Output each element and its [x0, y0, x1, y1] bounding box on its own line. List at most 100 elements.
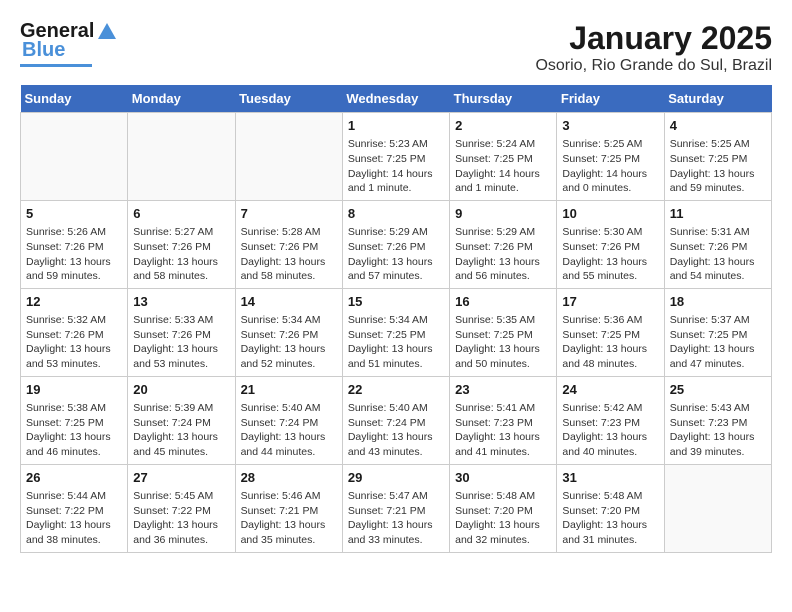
- calendar-cell: 13Sunrise: 5:33 AM Sunset: 7:26 PM Dayli…: [128, 288, 235, 376]
- day-info: Sunrise: 5:33 AM Sunset: 7:26 PM Dayligh…: [133, 313, 229, 372]
- day-number: 3: [562, 117, 658, 135]
- day-number: 10: [562, 205, 658, 223]
- day-number: 4: [670, 117, 766, 135]
- calendar-cell: 20 Sunrise: 5:39 AM Sunset: 7:24 PM Dayli…: [128, 376, 235, 464]
- calendar-cell: 10 Sunrise: 5:30 AM Sunset: 7:26 PM Dayli…: [557, 200, 664, 288]
- calendar-header-row: SundayMondayTuesdayWednesdayThursdayFrid…: [21, 85, 772, 113]
- calendar-cell: 14 Sunrise: 5:34 AM Sunset: 7:26 PM Dayli…: [235, 288, 342, 376]
- calendar-week-3: 12 Sunrise: 5:32 AM Sunset: 7:26 PM Dayli…: [21, 288, 772, 376]
- day-info: Sunrise: 5:46 AM Sunset: 7:21 PM Dayligh…: [241, 489, 337, 548]
- calendar-cell: 25 Sunrise: 5:43 AM Sunset: 7:23 PM Dayli…: [664, 376, 771, 464]
- day-number: 20: [133, 381, 229, 399]
- title-block: January 2025 Osorio, Rio Grande do Sul, …: [535, 20, 772, 75]
- day-number: 27: [133, 469, 229, 487]
- calendar-cell: 4Sunrise: 5:25 AM Sunset: 7:25 PM Daylig…: [664, 113, 771, 201]
- day-info: Sunrise: 5:40 AM Sunset: 7:24 PM Dayligh…: [241, 401, 337, 460]
- calendar-cell: 26Sunrise: 5:44 AM Sunset: 7:22 PM Dayli…: [21, 464, 128, 552]
- day-info: Sunrise: 5:37 AM Sunset: 7:25 PM Dayligh…: [670, 313, 766, 372]
- day-info: Sunrise: 5:36 AM Sunset: 7:25 PM Dayligh…: [562, 313, 658, 372]
- day-number: 8: [348, 205, 444, 223]
- day-info: Sunrise: 5:30 AM Sunset: 7:26 PM Dayligh…: [562, 225, 658, 284]
- day-info: Sunrise: 5:48 AM Sunset: 7:20 PM Dayligh…: [455, 489, 551, 548]
- calendar-cell: [21, 113, 128, 201]
- day-info: Sunrise: 5:29 AM Sunset: 7:26 PM Dayligh…: [455, 225, 551, 284]
- day-number: 25: [670, 381, 766, 399]
- calendar-cell: 30 Sunrise: 5:48 AM Sunset: 7:20 PM Dayli…: [450, 464, 557, 552]
- day-number: 24: [562, 381, 658, 399]
- day-info: Sunrise: 5:41 AM Sunset: 7:23 PM Dayligh…: [455, 401, 551, 460]
- day-header-saturday: Saturday: [664, 85, 771, 113]
- day-number: 17: [562, 293, 658, 311]
- day-number: 31: [562, 469, 658, 487]
- day-info: Sunrise: 5:34 AM Sunset: 7:25 PM Dayligh…: [348, 313, 444, 372]
- calendar-cell: 8Sunrise: 5:29 AM Sunset: 7:26 PM Daylig…: [342, 200, 449, 288]
- page-header: General Blue January 2025 Osorio, Rio Gr…: [20, 20, 772, 75]
- day-info: Sunrise: 5:27 AM Sunset: 7:26 PM Dayligh…: [133, 225, 229, 284]
- calendar-cell: [128, 113, 235, 201]
- day-number: 12: [26, 293, 122, 311]
- calendar-cell: 5 Sunrise: 5:26 AM Sunset: 7:26 PM Daylig…: [21, 200, 128, 288]
- day-number: 1: [348, 117, 444, 135]
- day-info: Sunrise: 5:23 AM Sunset: 7:25 PM Dayligh…: [348, 137, 444, 196]
- day-header-tuesday: Tuesday: [235, 85, 342, 113]
- day-number: 18: [670, 293, 766, 311]
- calendar-cell: 21 Sunrise: 5:40 AM Sunset: 7:24 PM Dayli…: [235, 376, 342, 464]
- calendar-cell: 15Sunrise: 5:34 AM Sunset: 7:25 PM Dayli…: [342, 288, 449, 376]
- day-number: 5: [26, 205, 122, 223]
- calendar-cell: 27Sunrise: 5:45 AM Sunset: 7:22 PM Dayli…: [128, 464, 235, 552]
- day-info: Sunrise: 5:35 AM Sunset: 7:25 PM Dayligh…: [455, 313, 551, 372]
- day-info: Sunrise: 5:28 AM Sunset: 7:26 PM Dayligh…: [241, 225, 337, 284]
- calendar-cell: 24 Sunrise: 5:42 AM Sunset: 7:23 PM Dayli…: [557, 376, 664, 464]
- day-info: Sunrise: 5:40 AM Sunset: 7:24 PM Dayligh…: [348, 401, 444, 460]
- day-info: Sunrise: 5:44 AM Sunset: 7:22 PM Dayligh…: [26, 489, 122, 548]
- calendar-table: SundayMondayTuesdayWednesdayThursdayFrid…: [20, 85, 772, 553]
- day-number: 7: [241, 205, 337, 223]
- calendar-week-5: 26Sunrise: 5:44 AM Sunset: 7:22 PM Dayli…: [21, 464, 772, 552]
- day-header-wednesday: Wednesday: [342, 85, 449, 113]
- calendar-cell: 6Sunrise: 5:27 AM Sunset: 7:26 PM Daylig…: [128, 200, 235, 288]
- day-info: Sunrise: 5:42 AM Sunset: 7:23 PM Dayligh…: [562, 401, 658, 460]
- calendar-cell: 17 Sunrise: 5:36 AM Sunset: 7:25 PM Dayli…: [557, 288, 664, 376]
- day-number: 23: [455, 381, 551, 399]
- day-number: 21: [241, 381, 337, 399]
- logo-underline: [20, 64, 92, 67]
- calendar-cell: 31 Sunrise: 5:48 AM Sunset: 7:20 PM Dayli…: [557, 464, 664, 552]
- day-info: Sunrise: 5:38 AM Sunset: 7:25 PM Dayligh…: [26, 401, 122, 460]
- day-info: Sunrise: 5:24 AM Sunset: 7:25 PM Dayligh…: [455, 137, 551, 196]
- calendar-cell: 28 Sunrise: 5:46 AM Sunset: 7:21 PM Dayli…: [235, 464, 342, 552]
- day-info: Sunrise: 5:31 AM Sunset: 7:26 PM Dayligh…: [670, 225, 766, 284]
- calendar-cell: 11 Sunrise: 5:31 AM Sunset: 7:26 PM Dayli…: [664, 200, 771, 288]
- day-info: Sunrise: 5:43 AM Sunset: 7:23 PM Dayligh…: [670, 401, 766, 460]
- calendar-cell: 18 Sunrise: 5:37 AM Sunset: 7:25 PM Dayli…: [664, 288, 771, 376]
- logo-blue-text: Blue: [22, 39, 65, 62]
- calendar-cell: 29 Sunrise: 5:47 AM Sunset: 7:21 PM Dayli…: [342, 464, 449, 552]
- calendar-cell: 2 Sunrise: 5:24 AM Sunset: 7:25 PM Daylig…: [450, 113, 557, 201]
- page-subtitle: Osorio, Rio Grande do Sul, Brazil: [535, 57, 772, 75]
- day-info: Sunrise: 5:48 AM Sunset: 7:20 PM Dayligh…: [562, 489, 658, 548]
- day-info: Sunrise: 5:47 AM Sunset: 7:21 PM Dayligh…: [348, 489, 444, 548]
- day-header-sunday: Sunday: [21, 85, 128, 113]
- day-info: Sunrise: 5:32 AM Sunset: 7:26 PM Dayligh…: [26, 313, 122, 372]
- day-info: Sunrise: 5:34 AM Sunset: 7:26 PM Dayligh…: [241, 313, 337, 372]
- day-number: 29: [348, 469, 444, 487]
- day-info: Sunrise: 5:39 AM Sunset: 7:24 PM Dayligh…: [133, 401, 229, 460]
- day-header-monday: Monday: [128, 85, 235, 113]
- day-number: 9: [455, 205, 551, 223]
- day-number: 14: [241, 293, 337, 311]
- calendar-cell: 23 Sunrise: 5:41 AM Sunset: 7:23 PM Dayli…: [450, 376, 557, 464]
- day-number: 30: [455, 469, 551, 487]
- day-header-friday: Friday: [557, 85, 664, 113]
- day-number: 2: [455, 117, 551, 135]
- calendar-cell: 7 Sunrise: 5:28 AM Sunset: 7:26 PM Daylig…: [235, 200, 342, 288]
- calendar-cell: 3Sunrise: 5:25 AM Sunset: 7:25 PM Daylig…: [557, 113, 664, 201]
- day-number: 22: [348, 381, 444, 399]
- day-number: 11: [670, 205, 766, 223]
- page-title: January 2025: [535, 20, 772, 57]
- logo: General Blue: [20, 20, 120, 67]
- day-number: 16: [455, 293, 551, 311]
- calendar-cell: [664, 464, 771, 552]
- day-info: Sunrise: 5:26 AM Sunset: 7:26 PM Dayligh…: [26, 225, 122, 284]
- calendar-cell: 16 Sunrise: 5:35 AM Sunset: 7:25 PM Dayli…: [450, 288, 557, 376]
- day-number: 28: [241, 469, 337, 487]
- calendar-cell: 1 Sunrise: 5:23 AM Sunset: 7:25 PM Daylig…: [342, 113, 449, 201]
